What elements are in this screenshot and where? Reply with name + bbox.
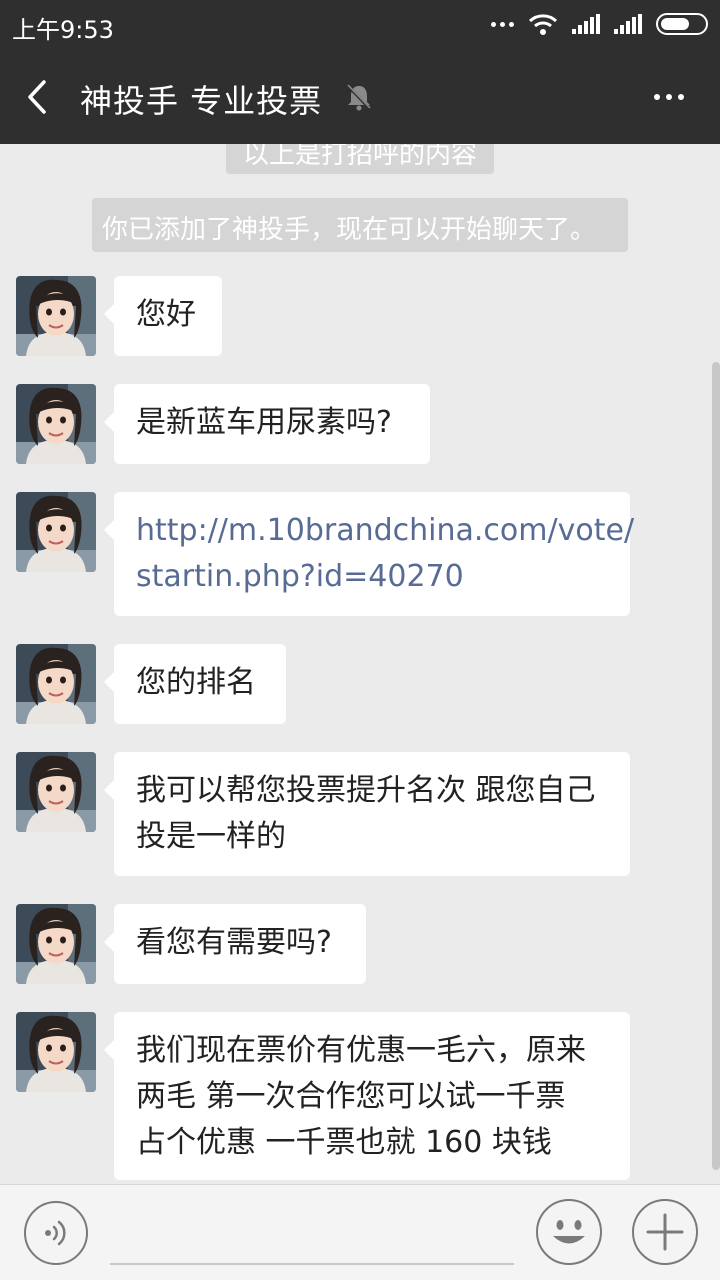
message-bubble[interactable]: 我们现在票价有优惠一毛六，原来 两毛 第一次合作您可以试一千票 占个优惠 一千票… <box>104 1012 630 1180</box>
chat-title: 神投手 专业投票 <box>80 82 323 120</box>
signal-icon-2 <box>614 14 642 34</box>
message-bubble[interactable]: 看您有需要吗? <box>104 904 366 984</box>
avatar[interactable] <box>16 276 96 356</box>
plus-button[interactable] <box>632 1199 698 1265</box>
message-text-line: 占个优惠 一千票也就 160 块钱 <box>136 1125 552 1160</box>
emoji-button[interactable] <box>536 1199 602 1265</box>
message-text: 看您有需要吗? <box>136 925 332 960</box>
link-text-line[interactable]: http://m.10brandchina.com/vote/ <box>136 508 634 554</box>
message-bubble-link[interactable]: http://m.10brandchina.com/vote/ startin.… <box>104 492 634 616</box>
smiley-icon <box>553 1220 585 1244</box>
chat-area: 以上是打招呼的内容 你已添加了神投手，现在可以开始聊天了。 您好 是新蓝车用尿素… <box>0 144 720 1184</box>
plus-icon <box>646 1213 684 1251</box>
message-text-line: 我可以帮您投票提升名次 跟您自己 <box>136 773 596 808</box>
bell-muted-icon <box>346 84 372 111</box>
chevron-left-icon[interactable] <box>20 74 60 120</box>
status-bar: 上午9:53 <box>0 0 720 50</box>
message-text: 您好 <box>136 297 196 332</box>
system-message-greeting: 以上是打招呼的内容 <box>226 144 494 174</box>
battery-icon <box>656 13 708 35</box>
avatar[interactable] <box>16 384 96 464</box>
message-input[interactable] <box>110 1201 514 1265</box>
message-bubble[interactable]: 您好 <box>104 276 222 356</box>
voice-icon <box>45 1220 66 1246</box>
signal-icon <box>572 14 600 34</box>
message-bubble[interactable]: 是新蓝车用尿素吗? <box>104 384 430 464</box>
scrollbar[interactable] <box>712 362 720 1170</box>
input-bar <box>0 1184 720 1280</box>
link-text-line[interactable]: startin.php?id=40270 <box>136 554 608 600</box>
more-dots-icon[interactable] <box>654 94 684 100</box>
message-bubble[interactable]: 我可以帮您投票提升名次 跟您自己 投是一样的 <box>104 752 630 876</box>
avatar[interactable] <box>16 492 96 572</box>
avatar[interactable] <box>16 644 96 724</box>
wifi-icon <box>528 14 558 35</box>
avatar[interactable] <box>16 904 96 984</box>
message-bubble[interactable]: 您的排名 <box>104 644 286 724</box>
message-text: 您的排名 <box>136 665 256 700</box>
avatar[interactable] <box>16 752 96 832</box>
message-text-line: 我们现在票价有优惠一毛六，原来 <box>136 1033 586 1068</box>
message-text-line: 投是一样的 <box>136 819 286 854</box>
message-text-line: 两毛 第一次合作您可以试一千票 <box>136 1079 566 1114</box>
notification-dots-icon <box>491 21 514 27</box>
voice-button[interactable] <box>24 1201 88 1265</box>
status-icons <box>491 12 708 36</box>
system-message-added: 你已添加了神投手，现在可以开始聊天了。 <box>92 198 628 252</box>
status-time: 上午9:53 <box>12 16 114 44</box>
chat-header: 神投手 专业投票 <box>0 50 720 144</box>
message-text: 是新蓝车用尿素吗? <box>136 405 392 440</box>
avatar[interactable] <box>16 1012 96 1092</box>
